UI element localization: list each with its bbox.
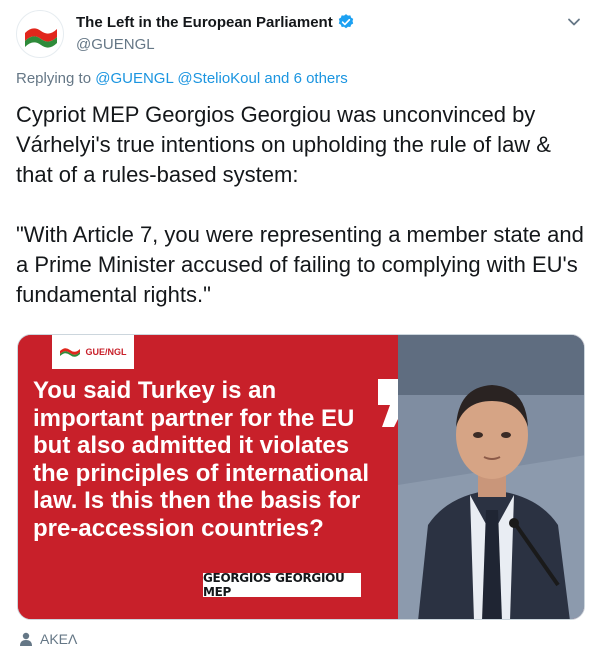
speaker-name: GEORGIOS GEORGIOU MEP — [203, 571, 345, 599]
brand-label: GUE/NGL — [85, 347, 127, 357]
author-name-row: The Left in the European Parliament — [76, 13, 355, 31]
display-name[interactable]: The Left in the European Parliament — [76, 14, 333, 31]
tweet-text: Cypriot MEP Georgios Georgiou was unconv… — [16, 102, 584, 307]
tagged-person[interactable]: AKEΛ — [18, 631, 77, 647]
reply-others-link[interactable]: and 6 others — [264, 70, 347, 87]
user-handle[interactable]: @GUENGL — [76, 36, 155, 53]
quote-text: You said Turkey is an important partner … — [33, 377, 370, 542]
avatar[interactable] — [16, 10, 64, 58]
replying-to: Replying to @GUENGL @StelioKoul and 6 ot… — [16, 70, 348, 87]
chevron-down-icon[interactable] — [564, 12, 584, 32]
quote-card: GUE/NGL You said Turkey is an important … — [18, 335, 398, 619]
speaker-name-tag: GEORGIOS GEORGIOU MEP — [203, 571, 361, 599]
tagged-person-label: AKEΛ — [40, 631, 78, 647]
tweet-media-image[interactable]: GUE/NGL You said Turkey is an important … — [17, 334, 585, 620]
reply-user-link[interactable]: @StelioKoul — [177, 70, 260, 87]
person-icon — [20, 632, 32, 646]
brand-logo: GUE/NGL — [52, 335, 134, 369]
tweet: The Left in the European Parliament @GUE… — [0, 0, 602, 663]
verified-badge-icon — [337, 13, 355, 31]
replying-to-label: Replying to — [16, 70, 92, 87]
reply-user-link[interactable]: @GUENGL — [95, 70, 173, 87]
speaker-photo — [398, 335, 584, 619]
